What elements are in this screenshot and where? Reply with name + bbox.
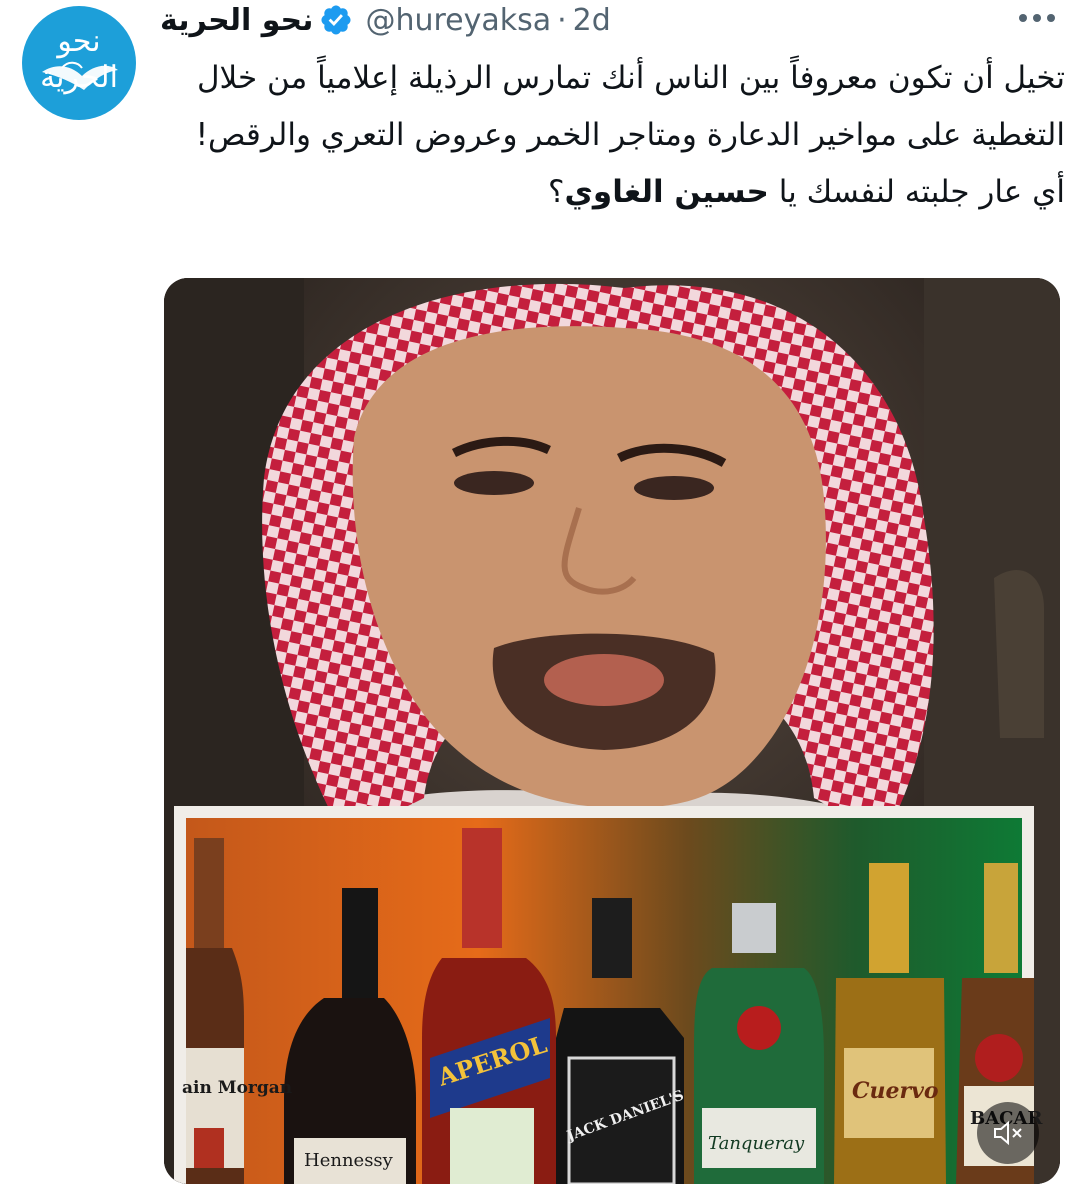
tweet[interactable]: نحو الحرية نحو الحرية @hureyaksa · 2d تخ… (0, 0, 1083, 1200)
tweet-time[interactable]: 2d (573, 3, 611, 38)
mute-toggle-button[interactable] (977, 1102, 1039, 1164)
more-options-icon[interactable] (1015, 10, 1059, 26)
tweet-video[interactable]: ain Morgan Hennessy APEROL JACK DANIEL'S… (164, 278, 1060, 1184)
tweet-text-end: ؟ (548, 174, 565, 210)
bottle-label-captain-morgan: ain Morgan (182, 1078, 293, 1098)
speaker-muted-icon (994, 1120, 1022, 1146)
avatar-text: نحو الحرية (40, 24, 118, 95)
tweet-text-mention: حسين الغاوي (564, 174, 769, 210)
user-handle[interactable]: @hureyaksa (365, 3, 551, 38)
avatar[interactable]: نحو الحرية (22, 6, 136, 120)
verified-badge-icon (321, 5, 351, 35)
video-frame-image (164, 278, 1060, 1184)
bottle-label-tanqueray: Tanqueray (708, 1133, 805, 1154)
bottle-label-cuervo: Cuervo (852, 1078, 939, 1104)
separator-dot: · (557, 2, 567, 38)
bottle-label-hennessy: Hennessy (304, 1150, 393, 1171)
tweet-header: نحو الحرية @hureyaksa · 2d (160, 0, 611, 40)
tweet-text: تخيل أن تكون معروفاً بين الناس أنك تمارس… (160, 50, 1065, 221)
display-name[interactable]: نحو الحرية (160, 3, 313, 38)
